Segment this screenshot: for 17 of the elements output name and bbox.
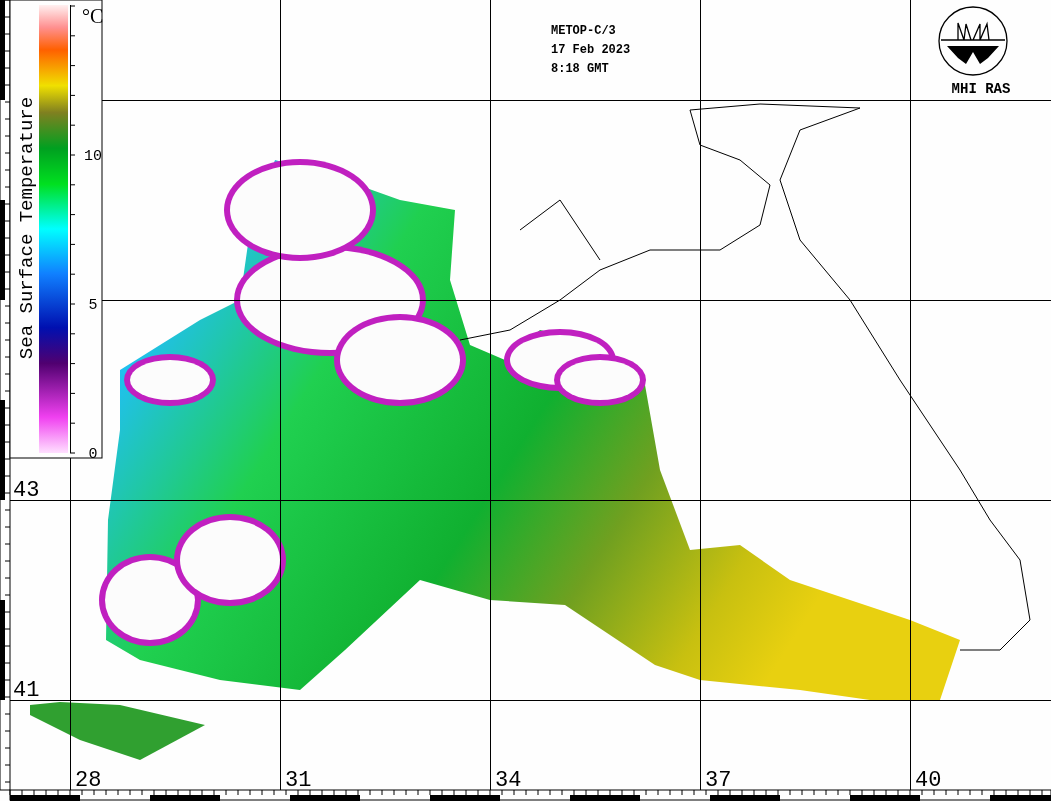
logo-label: MHI RAS bbox=[951, 81, 1011, 97]
scale-tick-label: 0 bbox=[88, 446, 98, 463]
header-text: 8:18 GMT bbox=[551, 62, 609, 76]
logo-icon bbox=[938, 6, 1008, 76]
longitude-label: 31 bbox=[285, 768, 312, 793]
unit-label: °C bbox=[82, 5, 104, 27]
scale-tick-label: 10 bbox=[84, 148, 102, 165]
legend-title: Sea Surface Temperature bbox=[16, 96, 38, 360]
scale-tick-label: 5 bbox=[88, 297, 98, 314]
longitude-label: 34 bbox=[495, 768, 522, 793]
longitude-label: 37 bbox=[705, 768, 732, 793]
header-text: 17 Feb 2023 bbox=[551, 43, 631, 57]
longitude-label: 40 bbox=[915, 768, 942, 793]
latitude-label: 43 bbox=[13, 478, 40, 503]
header-text: METOP-C/3 bbox=[551, 24, 616, 38]
latitude-label: 41 bbox=[13, 678, 40, 703]
longitude-label: 28 bbox=[75, 768, 102, 793]
